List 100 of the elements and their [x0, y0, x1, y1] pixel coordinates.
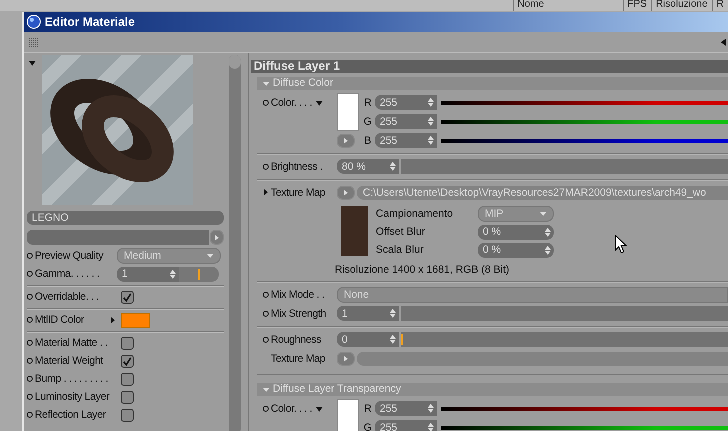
- section-header[interactable]: Diffuse Layer 1: [251, 60, 728, 73]
- slider-track[interactable]: [401, 159, 728, 174]
- color-gradient-bar[interactable]: [441, 120, 728, 124]
- dropdown-triangle-icon[interactable]: [316, 406, 324, 412]
- field-label: Mix Mode . .: [271, 288, 325, 300]
- spinner-icon[interactable]: [390, 309, 396, 318]
- checkbox[interactable]: [121, 336, 134, 350]
- number-field[interactable]: 255: [375, 133, 437, 148]
- spinner-icon[interactable]: [545, 246, 551, 254]
- spinner-icon[interactable]: [390, 335, 396, 344]
- number-field[interactable]: 1: [337, 306, 399, 321]
- dropdown-triangle-icon[interactable]: [316, 100, 324, 106]
- pointer-icon: [615, 235, 627, 254]
- subsection-header[interactable]: Diffuse Color: [257, 77, 728, 90]
- caret-icon: [540, 212, 547, 216]
- number-field[interactable]: 255: [375, 401, 437, 416]
- field-label: Gamma. . . . . .: [35, 268, 101, 280]
- field-label: Color. . . .: [271, 403, 312, 415]
- dropdown[interactable]: MIP: [478, 206, 554, 222]
- bullet-icon: [27, 412, 33, 418]
- column-header[interactable]: R: [712, 0, 728, 11]
- grip-icon[interactable]: [29, 38, 39, 46]
- spinner-icon[interactable]: [428, 117, 434, 126]
- channel-label: B: [363, 134, 372, 146]
- play-icon: [344, 356, 348, 362]
- window-title: Editor Materiale: [45, 15, 136, 29]
- play-button[interactable]: [337, 352, 355, 366]
- spinner-icon[interactable]: [170, 270, 176, 278]
- dropdown[interactable]: Medium: [117, 248, 221, 264]
- app-icon: [27, 15, 41, 29]
- field-label: Campionamento: [376, 208, 454, 220]
- column-header[interactable]: FPS: [622, 0, 652, 11]
- subsection-header[interactable]: Diffuse Layer Transparency: [257, 383, 728, 396]
- field-label: Preview Quality: [35, 250, 105, 262]
- number-field[interactable]: 80 %: [337, 159, 399, 174]
- play-button[interactable]: [337, 186, 355, 200]
- field-label: Material Weight: [35, 355, 104, 367]
- play-icon: [344, 190, 348, 196]
- field-label: Brightness .: [271, 160, 323, 172]
- spinner-icon[interactable]: [428, 136, 434, 145]
- column-header[interactable]: Risoluzione: [651, 0, 712, 11]
- checkbox[interactable]: [121, 390, 134, 404]
- field-label: Roughness: [271, 334, 322, 346]
- checkbox[interactable]: [121, 408, 134, 422]
- checkbox[interactable]: [121, 354, 134, 368]
- bullet-icon: [27, 358, 33, 364]
- expand-triangle-icon[interactable]: [264, 189, 268, 196]
- color-gradient-bar[interactable]: [441, 426, 728, 430]
- spinner-icon[interactable]: [390, 162, 396, 171]
- bullet-icon: [27, 376, 33, 382]
- color-swatch[interactable]: [337, 399, 359, 431]
- spinner-icon[interactable]: [428, 423, 434, 431]
- scrollbar[interactable]: [229, 55, 241, 431]
- number-field[interactable]: 0 %: [478, 224, 554, 240]
- spinner-icon[interactable]: [428, 404, 434, 413]
- color-swatch[interactable]: [337, 93, 359, 131]
- number-field[interactable]: 0 %: [478, 242, 554, 258]
- field-label: Offset Blur: [376, 226, 426, 238]
- bullet-icon: [27, 294, 33, 300]
- bullet-icon: [27, 340, 33, 346]
- column-header[interactable]: Nome: [512, 0, 623, 11]
- texture-thumbnail: [341, 206, 368, 256]
- number-field[interactable]: 255: [375, 95, 437, 110]
- slider-track[interactable]: [401, 332, 728, 347]
- number-field[interactable]: 0: [337, 332, 399, 347]
- color-swatch[interactable]: [121, 312, 150, 328]
- expand-triangle-icon[interactable]: [111, 316, 115, 324]
- play-icon: [215, 234, 219, 240]
- collapse-arrow-icon[interactable]: [721, 38, 726, 46]
- scrollbar-thumb[interactable]: [229, 55, 241, 69]
- field-label: Luminosity Layer: [35, 391, 111, 403]
- color-gradient-bar[interactable]: [441, 406, 728, 410]
- spinner-icon[interactable]: [428, 98, 434, 107]
- play-icon: [344, 138, 348, 144]
- bullet-icon: [27, 271, 33, 277]
- slider-track[interactable]: [401, 306, 728, 321]
- dropdown[interactable]: None: [337, 286, 728, 302]
- number-field[interactable]: 1: [117, 266, 179, 282]
- channel-label: R: [363, 402, 373, 414]
- caret-icon: [263, 82, 270, 86]
- color-gradient-bar[interactable]: [441, 100, 728, 104]
- checkbox[interactable]: [121, 290, 134, 304]
- bullet-icon: [27, 253, 33, 259]
- material-name-field[interactable]: LEGNO: [27, 211, 224, 225]
- field-label: Bump . . . . . . . . .: [35, 373, 110, 385]
- number-field[interactable]: 255: [375, 420, 437, 431]
- channel-label: R: [363, 96, 373, 108]
- texture-path-field[interactable]: C:\Users\Utente\Desktop\VrayResources27MAR2009\textures\arch49_wo: [357, 186, 728, 200]
- bullet-icon: [27, 317, 33, 323]
- texture-path-field[interactable]: [357, 352, 728, 366]
- spinner-icon[interactable]: [545, 228, 551, 236]
- checkbox[interactable]: [121, 372, 134, 386]
- number-field[interactable]: 255: [375, 114, 437, 129]
- dropdown-triangle-icon[interactable]: [29, 61, 36, 66]
- field-label: Color. . . .: [271, 97, 312, 109]
- field-label: Overridable. . .: [35, 291, 100, 303]
- play-button[interactable]: [210, 230, 224, 245]
- bullet-icon: [27, 394, 33, 400]
- color-gradient-bar[interactable]: [441, 138, 728, 142]
- play-button[interactable]: [337, 134, 355, 148]
